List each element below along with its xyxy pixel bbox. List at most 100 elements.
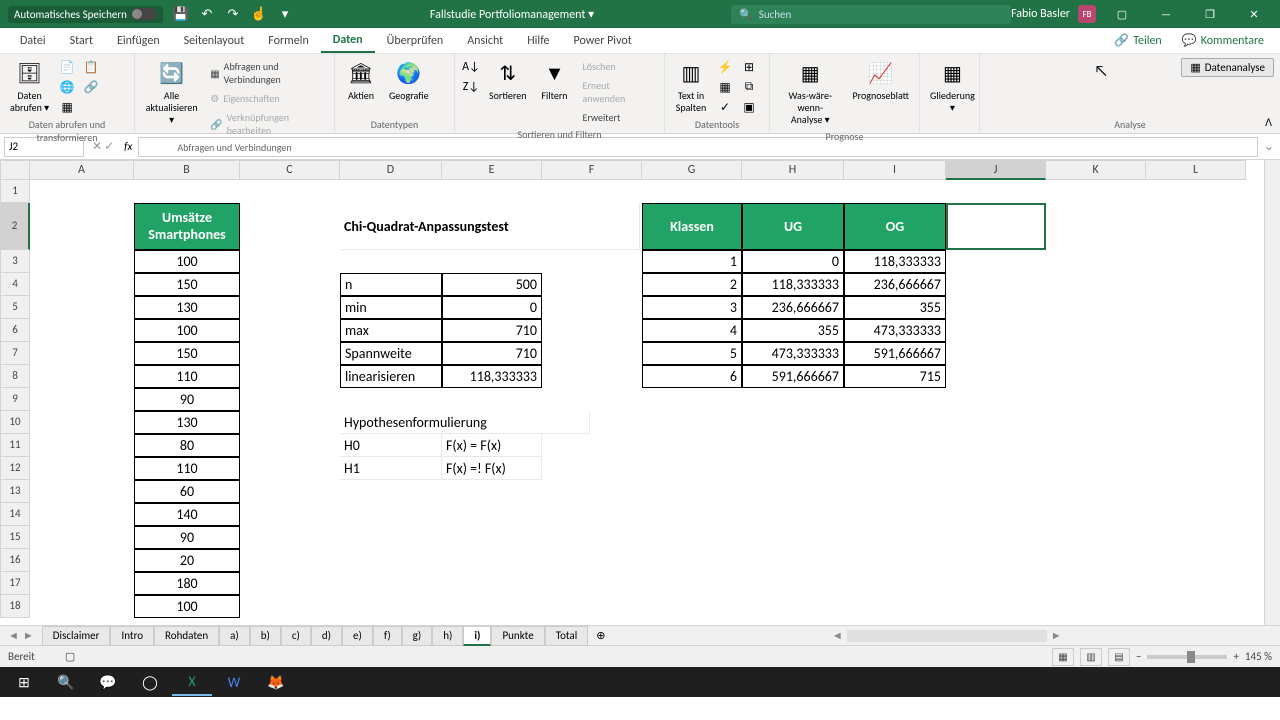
cell-E5[interactable]: 0 [442, 296, 542, 319]
sheet-tab-i)[interactable]: i) [463, 626, 491, 646]
cell-B13[interactable]: 60 [134, 480, 240, 503]
row-header-13[interactable]: 13 [0, 480, 30, 503]
cell-B17[interactable]: 180 [134, 572, 240, 595]
cell-B10[interactable]: 130 [134, 411, 240, 434]
add-sheet-button[interactable]: ⊕ [588, 629, 613, 642]
minimize-icon[interactable]: — [1148, 0, 1184, 28]
cell-B3[interactable]: 100 [134, 250, 240, 273]
col-header-L[interactable]: L [1146, 160, 1246, 180]
sheet-tab-Disclaimer[interactable]: Disclaimer [42, 626, 111, 646]
row-header-12[interactable]: 12 [0, 457, 30, 480]
search-task-icon[interactable]: 🔍 [46, 668, 86, 696]
tab-hilfe[interactable]: Hilfe [515, 28, 561, 53]
cell-G2[interactable]: Klassen [642, 203, 742, 250]
row-header-16[interactable]: 16 [0, 549, 30, 572]
cell-H3[interactable]: 0 [742, 250, 844, 273]
cell-G4[interactable]: 2 [642, 273, 742, 296]
cell-B2[interactable]: Umsätze Smartphones [134, 203, 240, 250]
sheet-tab-e)[interactable]: e) [342, 626, 373, 646]
row-header-9[interactable]: 9 [0, 388, 30, 411]
cell-B18[interactable]: 100 [134, 595, 240, 618]
cell-I7[interactable]: 591,666667 [844, 342, 946, 365]
cell-D7[interactable]: Spannweite [340, 342, 442, 365]
app1-icon[interactable]: 💬 [88, 668, 128, 696]
record-macro-icon[interactable]: ▢ [65, 650, 75, 663]
cell-D5[interactable]: min [340, 296, 442, 319]
text-to-columns-button[interactable]: ▥Text in Spalten [671, 58, 711, 116]
redo-icon[interactable]: ↷ [225, 6, 241, 22]
advanced-button[interactable]: Erweitert [579, 109, 659, 126]
cell-D10[interactable]: Hypothesenformulierung [340, 411, 590, 434]
cell-B7[interactable]: 150 [134, 342, 240, 365]
tab-ansicht[interactable]: Ansicht [455, 28, 515, 53]
page-layout-icon[interactable]: ▥ [1080, 648, 1102, 666]
data-analysis-button[interactable]: ▦ Datenanalyse [1181, 58, 1274, 77]
cell-H5[interactable]: 236,666667 [742, 296, 844, 319]
cell-E8[interactable]: 118,333333 [442, 365, 542, 388]
cell-B4[interactable]: 150 [134, 273, 240, 296]
maximize-icon[interactable]: ❐ [1192, 0, 1228, 28]
cell-I5[interactable]: 355 [844, 296, 946, 319]
tab-seitenlayout[interactable]: Seitenlayout [172, 28, 257, 53]
cells-area[interactable]: Umsätze Smartphones100150130100150110901… [30, 180, 1264, 618]
cell-B15[interactable]: 90 [134, 526, 240, 549]
flash-fill-icon[interactable]: ⚡ [715, 58, 735, 76]
cell-D2[interactable]: Chi-Quadrat-Anpassungstest [340, 203, 640, 250]
col-header-E[interactable]: E [442, 160, 542, 180]
app2-icon[interactable]: ◯ [130, 668, 170, 696]
tab-formeln[interactable]: Formeln [256, 28, 320, 53]
zoom-level[interactable]: 145 % [1245, 650, 1272, 663]
geography-button[interactable]: 🌍Geografie [385, 58, 433, 104]
cell-E7[interactable]: 710 [442, 342, 542, 365]
sheet-tab-g)[interactable]: g) [402, 626, 433, 646]
cell-I6[interactable]: 473,333333 [844, 319, 946, 342]
sheet-tab-Total[interactable]: Total [545, 626, 589, 646]
vertical-scrollbar[interactable] [1264, 160, 1280, 625]
existing-conn-icon[interactable]: 🔗 [81, 78, 101, 96]
sheet-tab-f)[interactable]: f) [373, 626, 402, 646]
cell-B9[interactable]: 90 [134, 388, 240, 411]
cell-E12[interactable]: F(x) =! F(x) [442, 457, 542, 480]
row-header-1[interactable]: 1 [0, 180, 30, 203]
col-header-I[interactable]: I [844, 160, 946, 180]
validation-icon[interactable]: ✓ [715, 98, 735, 116]
sort-desc-icon[interactable]: Z↓ [461, 78, 481, 96]
cell-I2[interactable]: OG [844, 203, 946, 250]
cell-D8[interactable]: linearisieren [340, 365, 442, 388]
row-header-11[interactable]: 11 [0, 434, 30, 457]
row-header-7[interactable]: 7 [0, 342, 30, 365]
cell-E11[interactable]: F(x) = F(x) [442, 434, 542, 457]
cell-B16[interactable]: 20 [134, 549, 240, 572]
cell-G5[interactable]: 3 [642, 296, 742, 319]
dropdown-icon[interactable]: ▾ [277, 6, 293, 22]
what-if-button[interactable]: ▦Was-wäre-wenn- Analyse ▾ [776, 58, 845, 128]
col-header-J[interactable]: J [946, 160, 1046, 180]
normal-view-icon[interactable]: ▦ [1052, 648, 1074, 666]
consolidate-icon[interactable]: ⊞ [739, 58, 759, 76]
recent-sources-icon[interactable]: 📋 [81, 58, 101, 76]
row-header-3[interactable]: 3 [0, 250, 30, 273]
tab-ueberpruefen[interactable]: Überprüfen [375, 28, 456, 53]
close-icon[interactable]: ✕ [1236, 0, 1272, 28]
sheet-tab-c)[interactable]: c) [281, 626, 311, 646]
cell-G3[interactable]: 1 [642, 250, 742, 273]
touch-icon[interactable]: ☝ [251, 6, 267, 22]
filter-button[interactable]: ▼Filtern [535, 58, 575, 104]
col-header-H[interactable]: H [742, 160, 844, 180]
cell-D11[interactable]: H0 [340, 434, 442, 457]
get-data-button[interactable]: 🗄Daten abrufen ▾ [6, 58, 53, 116]
refresh-all-button[interactable]: 🔄Alle aktualisieren ▾ [141, 58, 202, 128]
col-header-C[interactable]: C [240, 160, 340, 180]
sheet-tab-a)[interactable]: a) [219, 626, 250, 646]
sheet-tab-Intro[interactable]: Intro [110, 626, 154, 646]
user-name[interactable]: Fabio Basler [1011, 7, 1070, 21]
select-all-button[interactable] [0, 160, 30, 180]
cell-B11[interactable]: 80 [134, 434, 240, 457]
cell-B8[interactable]: 110 [134, 365, 240, 388]
cell-B5[interactable]: 130 [134, 296, 240, 319]
outline-button[interactable]: ▦Gliederung ▾ [926, 58, 979, 116]
cell-E6[interactable]: 710 [442, 319, 542, 342]
from-text-icon[interactable]: 📄 [57, 58, 77, 76]
cell-H2[interactable]: UG [742, 203, 844, 250]
hscroll-right-icon[interactable]: ► [1047, 629, 1066, 642]
